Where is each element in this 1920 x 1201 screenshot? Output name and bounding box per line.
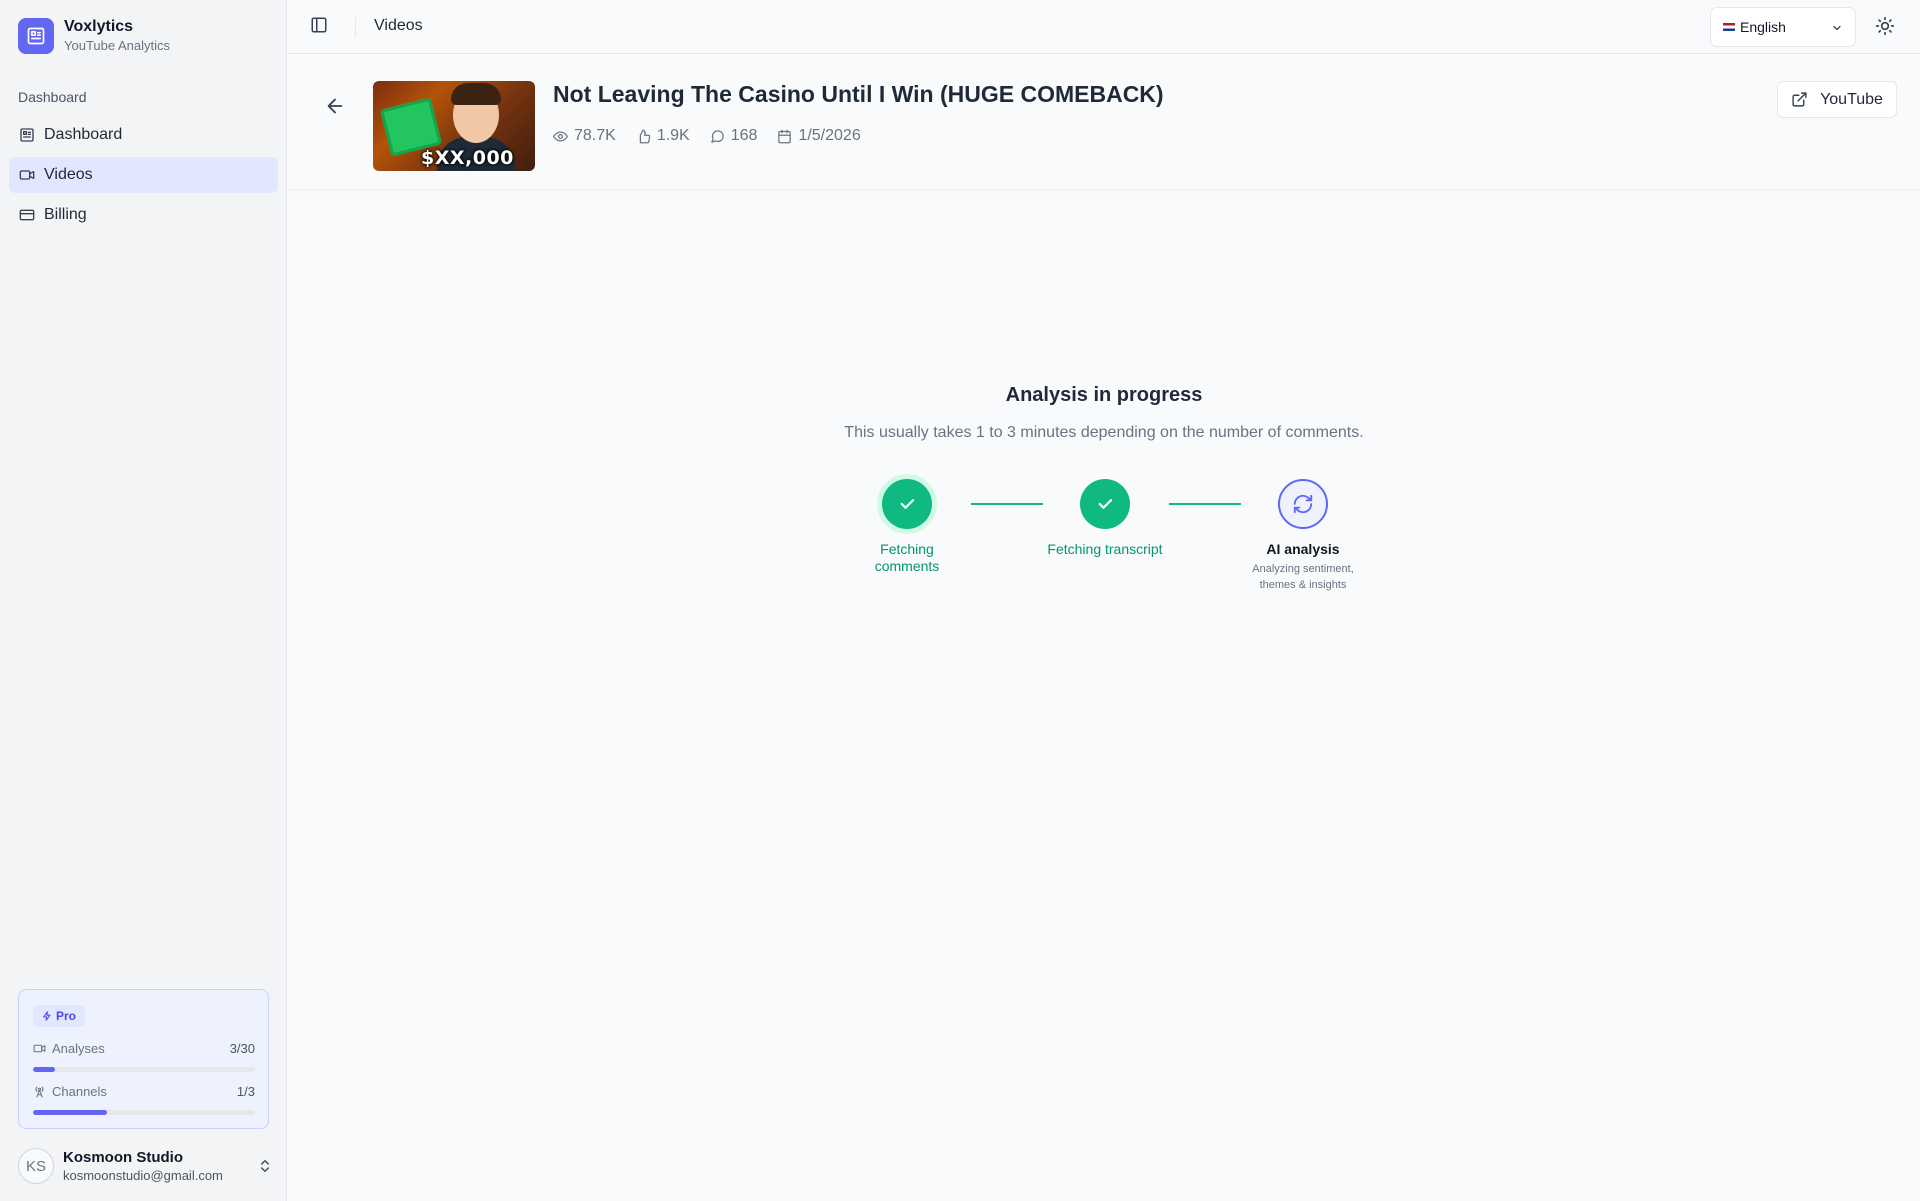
breadcrumb: Videos: [374, 17, 423, 34]
topbar: Videos English: [288, 0, 1920, 54]
check-icon: [900, 499, 915, 509]
video-icon: [19, 170, 35, 180]
video-header: $XX,000 Not Leaving The Casino Until I W…: [288, 55, 1920, 190]
thumbs-up-icon: [639, 129, 651, 143]
step-connector: [971, 503, 1043, 505]
user-email: kosmoonstudio@gmail.com: [63, 1167, 223, 1183]
plan-badge-label: Pro: [56, 1009, 77, 1023]
check-icon: [1098, 499, 1113, 509]
plan-badge: Pro: [33, 1005, 86, 1027]
step-description: themes & insights: [1259, 579, 1347, 591]
analyses-usage-row: Analyses 3/30: [33, 1041, 255, 1056]
publish-date: 1/5/2026: [798, 127, 861, 144]
chevron-down-icon: [1833, 25, 1841, 31]
step-label: AI analysis: [1266, 541, 1340, 557]
likes-stat: 1.9K: [636, 127, 690, 145]
analyses-progress-fill: [33, 1067, 56, 1072]
panel-left-icon: [311, 17, 327, 33]
step-description: Analyzing sentiment,: [1252, 563, 1354, 575]
video-stats: 78.7K 1.9K 168 1/5/2026: [553, 127, 881, 145]
step-fetching-transcript: [1080, 479, 1130, 529]
theme-toggle-button[interactable]: [1875, 16, 1895, 41]
analyses-label: Analyses: [52, 1041, 105, 1056]
analyses-progress-bar: [33, 1067, 255, 1072]
thumbnail-person-hair: [451, 83, 501, 105]
thumbnail-caption: $XX,000: [421, 147, 514, 169]
channels-usage-row: Channels 1/3: [33, 1084, 255, 1099]
views-count: 78.7K: [574, 127, 616, 144]
video-thumbnail: $XX,000: [373, 81, 535, 171]
brand-name: Voxlytics: [64, 18, 134, 35]
eye-icon: [553, 131, 568, 141]
user-menu[interactable]: KS Kosmoon Studio kosmoonstudio@gmail.co…: [18, 1146, 273, 1186]
antenna-icon: [35, 1086, 44, 1098]
step-ai-analysis: [1278, 479, 1328, 529]
step-fetching-comments: [882, 479, 932, 529]
message-circle-icon: [710, 129, 724, 143]
comments-count: 168: [730, 127, 758, 144]
brand-logo-icon: [18, 17, 54, 54]
nav-section-label: Dashboard: [18, 89, 87, 105]
channels-label: Channels: [52, 1084, 107, 1099]
video-icon: [33, 1044, 46, 1053]
sidebar-item-label: Dashboard: [44, 126, 123, 143]
sidebar-item-label: Videos: [44, 166, 93, 183]
channels-progress-fill: [33, 1110, 107, 1115]
sidebar: Voxlytics YouTube Analytics Dashboard Da…: [0, 0, 287, 1201]
video-title: Not Leaving The Casino Until I Win (HUGE…: [553, 81, 1164, 107]
date-stat: 1/5/2026: [777, 127, 861, 145]
sidebar-item-billing[interactable]: Billing: [9, 197, 278, 233]
lightning-icon: [43, 1011, 51, 1021]
refresh-icon: [1293, 494, 1313, 514]
sidebar-toggle-button[interactable]: [310, 16, 328, 39]
plan-usage-card[interactable]: Pro Analyses 3/30 Channels 1/3: [18, 989, 269, 1129]
sidebar-item-dashboard[interactable]: Dashboard: [9, 117, 278, 153]
chevrons-up-down-icon: [261, 1160, 269, 1172]
calendar-icon: [778, 129, 792, 143]
analysis-title: Analysis in progress: [1005, 384, 1203, 406]
analysis-subtitle: This usually takes 1 to 3 minutes depend…: [844, 424, 1364, 441]
views-stat: 78.7K: [553, 127, 616, 145]
language-label: English: [1740, 19, 1786, 35]
arrow-left-icon: [327, 98, 343, 114]
user-name: Kosmoon Studio: [63, 1148, 183, 1166]
sidebar-item-videos[interactable]: Videos: [9, 157, 278, 193]
flag-icon: [1723, 23, 1735, 31]
step-label: Fetching comments: [874, 541, 940, 574]
brand[interactable]: Voxlytics YouTube Analytics: [18, 17, 170, 54]
sidebar-nav: Dashboard Videos Billing: [9, 117, 278, 237]
likes-count: 1.9K: [656, 127, 690, 144]
external-link-icon: [1792, 92, 1807, 107]
dashboard-icon: [20, 128, 34, 142]
channels-count: 1/3: [236, 1084, 255, 1099]
credit-card-icon: [19, 209, 35, 221]
language-select[interactable]: English: [1710, 7, 1856, 47]
channels-progress-bar: [33, 1110, 255, 1115]
brand-subtitle: YouTube Analytics: [64, 38, 170, 53]
analyses-count: 3/30: [229, 1041, 255, 1056]
sun-icon: [1875, 16, 1895, 36]
back-button[interactable]: [324, 95, 346, 122]
open-youtube-button[interactable]: YouTube: [1777, 81, 1897, 118]
step-connector: [1169, 503, 1241, 505]
comments-stat: 168: [710, 127, 758, 145]
avatar: KS: [18, 1148, 54, 1184]
open-youtube-label: YouTube: [1820, 90, 1883, 108]
step-label: Fetching transcript: [1047, 541, 1163, 557]
topbar-divider: [355, 17, 356, 37]
sidebar-item-label: Billing: [44, 206, 87, 223]
